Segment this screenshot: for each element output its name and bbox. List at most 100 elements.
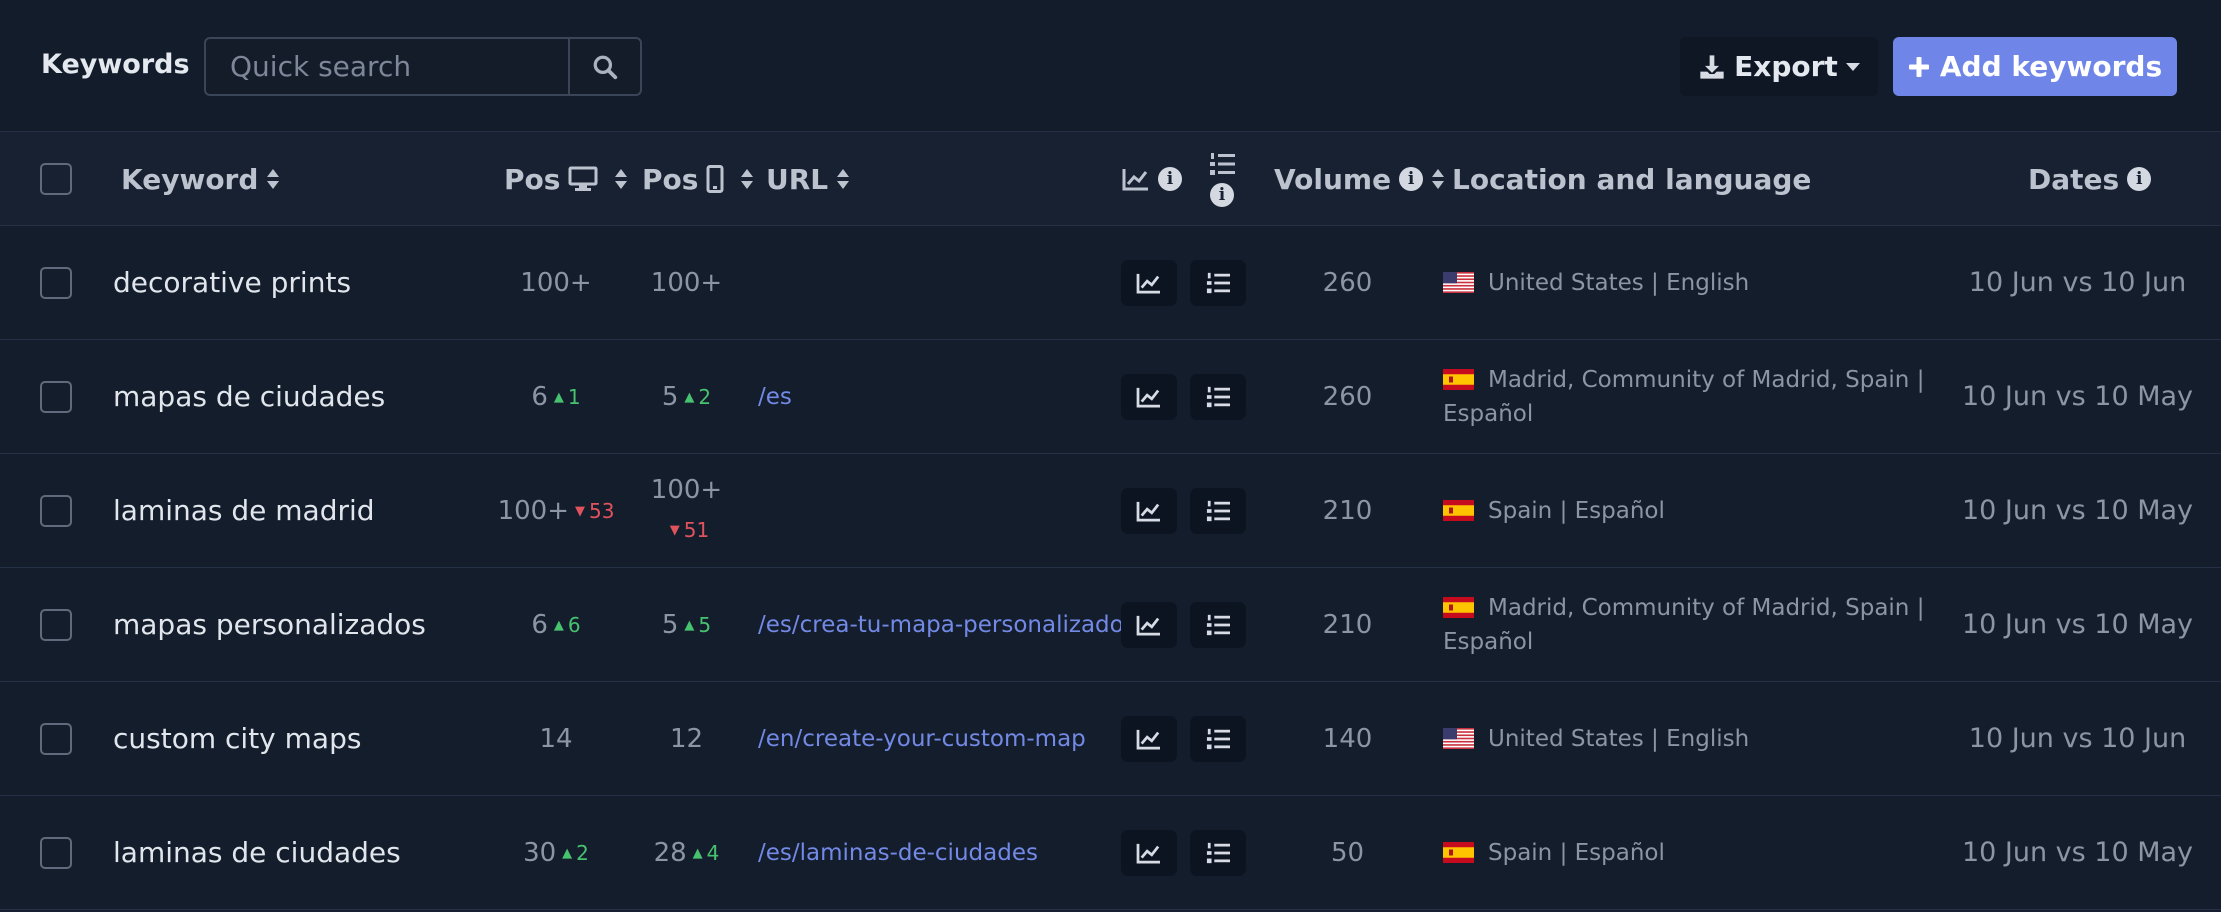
location-cell: Spain | Español	[1443, 796, 1953, 909]
history-chart-button[interactable]	[1121, 488, 1177, 534]
keyword-cell[interactable]: mapas personalizados	[113, 568, 426, 681]
location-text: United States | English	[1488, 725, 1750, 752]
location-text: Spain | Español	[1488, 839, 1665, 866]
serp-list-button[interactable]	[1190, 488, 1246, 534]
col-pos-mobile[interactable]: Pos	[642, 132, 754, 226]
location-cell: Madrid, Community of Madrid, Spain | Esp…	[1443, 340, 1953, 453]
volume-cell: 260	[1322, 381, 1373, 412]
table-row: decorative prints 100+ 100+ 260 United S…	[0, 226, 2221, 340]
serp-list-button[interactable]	[1190, 716, 1246, 762]
select-all-checkbox[interactable]	[40, 163, 72, 195]
url-link[interactable]: /es/crea-tu-mapa-personalizado	[758, 568, 1124, 681]
col-keyword-label: Keyword	[121, 162, 259, 196]
pos-desktop-value: 14	[539, 723, 573, 754]
serp-list-button[interactable]	[1190, 260, 1246, 306]
dates-cell: 10 Jun vs 10 May	[1961, 494, 2194, 526]
pos-desktop-cell: 6 ▲ 6	[486, 568, 626, 681]
col-location-label: Location and language	[1452, 162, 1812, 196]
table-header: Keyword Pos Pos URL i i Volume i Locatio…	[0, 132, 2221, 226]
dates-cell: 10 Jun vs 10 Jun	[1968, 722, 2187, 754]
pos-mobile-change: ▲ 2	[684, 384, 712, 409]
col-dates: Dates i	[2028, 132, 2152, 226]
pos-mobile-change: ▲ 5	[684, 612, 712, 637]
history-chart-button[interactable]	[1121, 374, 1177, 420]
col-pos-desktop-label: Pos	[504, 162, 561, 196]
flag-icon	[1443, 725, 1474, 749]
sort-icon	[837, 169, 850, 189]
col-pos-mobile-label: Pos	[642, 162, 699, 196]
chart-line-icon	[1136, 729, 1160, 750]
pos-mobile-value: 100+	[650, 475, 723, 505]
keyword-cell[interactable]: custom city maps	[113, 682, 361, 795]
info-icon[interactable]: i	[1399, 167, 1424, 191]
pos-mobile-cell: 5 ▲ 2	[624, 340, 749, 453]
row-checkbox[interactable]	[40, 495, 72, 527]
col-chart: i	[1122, 132, 1182, 226]
history-chart-button[interactable]	[1121, 260, 1177, 306]
flag-icon	[1443, 839, 1474, 863]
chart-line-icon	[1122, 169, 1148, 191]
search-icon	[593, 55, 618, 79]
keyword-cell[interactable]: mapas de ciudades	[113, 340, 385, 453]
col-keyword[interactable]: Keyword	[121, 132, 280, 226]
dates-cell: 10 Jun vs 10 May	[1961, 608, 2194, 640]
row-checkbox[interactable]	[40, 381, 72, 413]
url-link[interactable]: /es/laminas-de-ciudades	[758, 796, 1038, 909]
row-checkbox[interactable]	[40, 837, 72, 869]
export-button[interactable]: Export	[1680, 37, 1878, 96]
keyword-cell[interactable]: laminas de madrid	[113, 454, 375, 567]
location-text: United States | English	[1488, 269, 1750, 296]
search-input[interactable]	[206, 39, 568, 94]
serp-list-button[interactable]	[1190, 602, 1246, 648]
history-chart-button[interactable]	[1121, 602, 1177, 648]
download-icon	[1700, 54, 1724, 79]
keyword-cell[interactable]: laminas de ciudades	[113, 796, 401, 909]
pos-mobile-cell: 100+ ▼ 51	[624, 454, 749, 567]
chart-line-icon	[1136, 501, 1160, 522]
col-volume[interactable]: Volume i	[1274, 132, 1445, 226]
location-text: Madrid, Community of Madrid, Spain | Esp…	[1443, 366, 1925, 427]
info-icon[interactable]: i	[1158, 167, 1182, 191]
search-button[interactable]	[568, 39, 640, 94]
caret-down-icon	[1845, 62, 1860, 71]
chart-line-icon	[1136, 273, 1160, 294]
search-box	[204, 37, 642, 96]
flag-icon	[1443, 269, 1474, 293]
list-ordered-icon	[1206, 728, 1230, 750]
col-url-label: URL	[766, 162, 829, 196]
url-link[interactable]: /en/create-your-custom-map	[758, 682, 1086, 795]
history-chart-button[interactable]	[1121, 830, 1177, 876]
location-text: Madrid, Community of Madrid, Spain | Esp…	[1443, 594, 1925, 655]
mobile-icon	[706, 165, 724, 193]
row-checkbox[interactable]	[40, 609, 72, 641]
pos-mobile-change: ▼ 51	[669, 518, 710, 542]
serp-list-button[interactable]	[1190, 830, 1246, 876]
col-pos-desktop[interactable]: Pos	[504, 132, 628, 226]
pos-mobile-value: 28	[653, 837, 687, 868]
toolbar: Keywords Export Add keywords	[0, 0, 2221, 132]
info-icon[interactable]: i	[1210, 183, 1234, 207]
dates-cell: 10 Jun vs 10 Jun	[1968, 266, 2187, 298]
flag-icon	[1443, 497, 1474, 521]
volume-cell: 210	[1322, 609, 1373, 640]
pos-desktop-cell: 14	[486, 682, 626, 795]
add-keywords-label: Add keywords	[1939, 50, 2163, 83]
url-link[interactable]: /es	[758, 340, 792, 453]
keyword-cell[interactable]: decorative prints	[113, 226, 351, 339]
list-ordered-icon	[1210, 153, 1235, 175]
pos-desktop-value: 100+	[520, 267, 592, 298]
sort-icon	[615, 169, 628, 189]
col-url[interactable]: URL	[766, 132, 850, 226]
dates-cell: 10 Jun vs 10 May	[1961, 836, 2194, 868]
col-volume-label: Volume	[1274, 162, 1392, 196]
add-keywords-button[interactable]: Add keywords	[1893, 37, 2177, 96]
info-icon[interactable]: i	[2127, 167, 2152, 191]
serp-list-button[interactable]	[1190, 374, 1246, 420]
chart-line-icon	[1136, 843, 1160, 864]
pos-desktop-change: ▲ 1	[553, 384, 581, 409]
col-dates-label: Dates	[2028, 162, 2120, 196]
row-checkbox[interactable]	[40, 267, 72, 299]
history-chart-button[interactable]	[1121, 716, 1177, 762]
pos-desktop-cell: 100+ ▼ 53	[486, 454, 626, 567]
row-checkbox[interactable]	[40, 723, 72, 755]
